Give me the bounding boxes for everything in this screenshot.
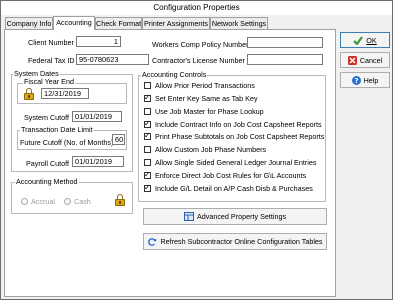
transaction-date-limit-title: Transaction Date Limit bbox=[20, 125, 94, 134]
federal-tax-id-field[interactable]: 95-0780623 bbox=[76, 54, 149, 65]
cancel-label: Cancel bbox=[359, 55, 383, 65]
client-number-field[interactable]: 1 bbox=[76, 36, 121, 47]
federal-tax-id-label: Federal Tax ID bbox=[28, 56, 75, 65]
contractors-license-label: Contractor's License Number bbox=[152, 56, 245, 65]
refresh-subcontractor-label: Refresh Subcontractor Online Configurati… bbox=[160, 237, 323, 246]
lock-icon[interactable] bbox=[114, 194, 126, 206]
tab-company-info[interactable]: Company Info bbox=[5, 17, 53, 29]
print-phase-subtotals-checkbox[interactable] bbox=[144, 131, 151, 141]
tab-printer-assignments[interactable]: Printer Assignments bbox=[142, 17, 210, 29]
tab-accounting[interactable]: Accounting bbox=[53, 16, 95, 30]
fiscal-year-end-title: Fiscal Year End bbox=[23, 77, 75, 86]
tab-network-settings[interactable]: Network Settings bbox=[210, 17, 268, 29]
configuration-properties-window: Configuration Properties Company Info Ac… bbox=[0, 0, 393, 300]
payroll-cutoff-label: Payroll Cutoff bbox=[26, 159, 70, 168]
job-master-phase-checkbox[interactable] bbox=[144, 108, 151, 115]
help-icon: ? bbox=[351, 75, 361, 85]
fiscal-year-end-field[interactable]: 12/31/2019 bbox=[41, 88, 89, 99]
close-icon bbox=[347, 55, 357, 65]
advanced-property-settings-button[interactable]: Advanced Property Settings bbox=[143, 208, 327, 225]
workers-comp-label: Workers Comp Policy Number bbox=[152, 40, 249, 49]
accrual-label: Accrual bbox=[31, 197, 55, 206]
cash-radio[interactable] bbox=[64, 198, 71, 205]
include-contract-info-label: Include Contract Info on Job Cost Capshe… bbox=[155, 120, 322, 129]
cancel-button[interactable]: Cancel bbox=[340, 52, 390, 68]
payroll-cutoff-field[interactable]: 01/01/2019 bbox=[72, 156, 124, 167]
include-gl-detail-checkbox[interactable] bbox=[144, 183, 151, 193]
ok-button[interactable]: OK bbox=[340, 32, 390, 48]
custom-job-phase-label: Allow Custom Job Phase Numbers bbox=[155, 145, 267, 154]
enter-key-tab-checkbox[interactable] bbox=[144, 93, 151, 103]
allow-prior-period-checkbox[interactable] bbox=[144, 82, 151, 89]
system-cutoff-label: System Cutoff bbox=[24, 113, 70, 122]
job-master-phase-label: Use Job Master for Phase Lookup bbox=[155, 107, 264, 116]
enforce-direct-job-cost-label: Enforce Direct Job Cost Rules for G\L Ac… bbox=[155, 171, 307, 180]
include-gl-detail-label: Include G/L Detail on A/P Cash Disb & Pu… bbox=[155, 184, 313, 193]
accrual-radio[interactable] bbox=[21, 198, 28, 205]
single-sided-gl-checkbox[interactable] bbox=[144, 159, 151, 166]
tab-check-format[interactable]: Check Format bbox=[95, 17, 142, 29]
print-phase-subtotals-label: Print Phase Subtotals on Job Cost Capshe… bbox=[155, 132, 325, 141]
future-cutoff-label: Future Cutoff (No. of Months) bbox=[20, 138, 114, 147]
refresh-subcontractor-button[interactable]: Refresh Subcontractor Online Configurati… bbox=[143, 233, 327, 250]
accounting-panel: Client Number 1 Federal Tax ID 95-078062… bbox=[4, 29, 336, 297]
cash-label: Cash bbox=[74, 197, 91, 206]
single-sided-gl-label: Allow Single Sided General Ledger Journa… bbox=[155, 158, 317, 167]
client-number-label: Client Number bbox=[28, 38, 74, 47]
allow-prior-period-label: Allow Prior Period Transactions bbox=[155, 81, 255, 90]
accounting-method-title: Accounting Method bbox=[15, 177, 79, 186]
refresh-icon bbox=[148, 237, 157, 246]
accounting-controls-title: Accounting Controls bbox=[141, 70, 208, 79]
workers-comp-field[interactable] bbox=[247, 37, 323, 48]
future-cutoff-field[interactable]: 60 bbox=[112, 134, 125, 145]
checkmark-icon bbox=[353, 35, 364, 45]
ok-label: OK bbox=[366, 35, 377, 45]
enter-key-tab-label: Set Enter Key Same as Tab Key bbox=[155, 94, 258, 103]
svg-text:?: ? bbox=[354, 77, 358, 85]
contractors-license-field[interactable] bbox=[247, 54, 323, 65]
help-label: Help bbox=[363, 75, 379, 85]
advanced-property-settings-label: Advanced Property Settings bbox=[196, 212, 287, 221]
enforce-direct-job-cost-checkbox[interactable] bbox=[144, 170, 151, 180]
settings-table-icon bbox=[183, 212, 194, 221]
lock-icon[interactable] bbox=[23, 88, 35, 100]
window-title: Configuration Properties bbox=[1, 1, 392, 15]
include-contract-info-checkbox[interactable] bbox=[144, 119, 151, 129]
custom-job-phase-checkbox[interactable] bbox=[144, 146, 151, 153]
help-button[interactable]: ? Help bbox=[340, 72, 390, 88]
system-cutoff-field[interactable]: 01/01/2019 bbox=[72, 111, 122, 122]
